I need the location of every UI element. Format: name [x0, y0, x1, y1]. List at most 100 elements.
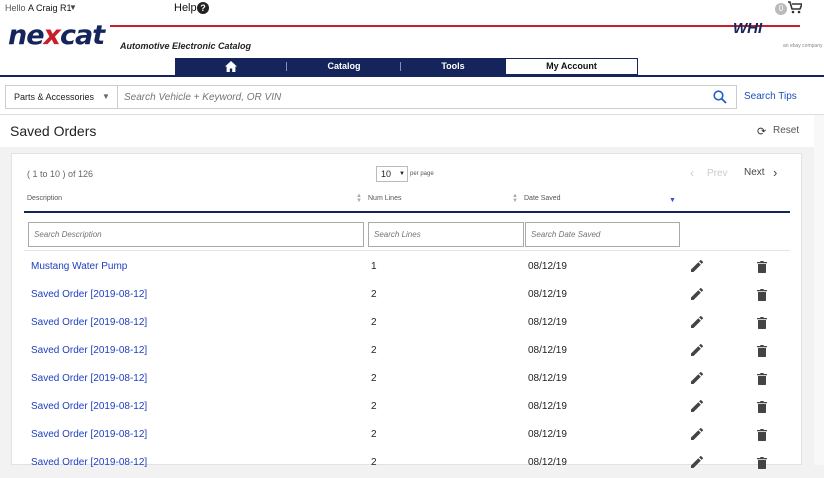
trash-icon[interactable] — [757, 456, 767, 474]
cart-count-badge: 0 — [775, 3, 787, 15]
whi-subtitle: an ebay company — [783, 43, 823, 49]
column-header-num-lines[interactable]: Num Lines — [368, 195, 401, 202]
order-num-lines: 2 — [371, 289, 377, 300]
column-header-date-saved[interactable]: Date Saved — [524, 195, 561, 202]
tab-tools[interactable]: Tools — [401, 58, 505, 75]
sort-icon[interactable]: ▲ ▼ — [356, 193, 362, 204]
chevron-left-icon: ‹ — [690, 166, 694, 180]
trash-icon[interactable] — [757, 400, 767, 418]
sort-icon[interactable]: ▲ ▼ — [512, 193, 518, 204]
search-icon[interactable] — [713, 90, 727, 109]
order-description-link[interactable]: Saved Order [2019-08-12] — [31, 401, 147, 412]
order-date-saved: 08/12/19 — [528, 289, 567, 300]
caret-down-icon: ▼ — [399, 171, 405, 177]
search-input[interactable] — [124, 89, 694, 105]
table-row: Saved Order [2019-08-12] 2 08/12/19 — [12, 366, 801, 394]
edit-icon[interactable] — [691, 287, 704, 305]
order-date-saved: 08/12/19 — [528, 261, 567, 272]
nexcat-logo[interactable]: nexcat — [8, 20, 105, 51]
order-description-link[interactable]: Mustang Water Pump — [31, 261, 127, 272]
order-date-saved: 08/12/19 — [528, 317, 567, 328]
per-page-label: per page — [410, 171, 434, 177]
tab-home[interactable] — [175, 58, 287, 75]
trash-icon[interactable] — [757, 428, 767, 446]
search-row: Parts & Accessories▼ Search Tips — [0, 77, 824, 115]
caret-down-icon: ▼ — [102, 92, 110, 101]
table-row: Saved Order [2019-08-12] 2 08/12/19 — [12, 338, 801, 366]
table-row: Saved Order [2019-08-12] 2 08/12/19 — [12, 450, 801, 478]
per-page-select[interactable]: 10 ▼ — [376, 166, 408, 182]
cart-icon[interactable] — [788, 1, 804, 16]
trash-icon[interactable] — [757, 260, 767, 278]
header: nexcat Automotive Electronic Catalog WHI… — [0, 17, 824, 75]
saved-orders-panel: ( 1 to 10 ) of 126 10 ▼ per page ‹ Prev N… — [11, 153, 802, 469]
order-description-link[interactable]: Saved Order [2019-08-12] — [31, 289, 147, 300]
next-button[interactable]: Next — [744, 167, 765, 178]
trash-icon[interactable] — [757, 288, 767, 306]
order-num-lines: 1 — [371, 261, 377, 272]
search-description-input[interactable] — [28, 222, 364, 247]
trash-icon[interactable] — [757, 372, 767, 390]
tab-catalog[interactable]: Catalog — [287, 58, 401, 75]
main-nav: Catalog Tools My Account — [175, 58, 638, 75]
order-date-saved: 08/12/19 — [528, 429, 567, 440]
order-num-lines: 2 — [371, 373, 377, 384]
header-red-line — [110, 25, 800, 27]
sort-desc-icon[interactable]: ▼ — [669, 197, 676, 204]
divider — [24, 250, 790, 251]
edit-icon[interactable] — [691, 259, 704, 277]
order-date-saved: 08/12/19 — [528, 373, 567, 384]
order-date-saved: 08/12/19 — [528, 345, 567, 356]
search-box: Parts & Accessories ▼ — [5, 85, 737, 109]
order-description-link[interactable]: Saved Order [2019-08-12] — [31, 457, 147, 468]
table-row: Saved Order [2019-08-12] 2 08/12/19 — [12, 282, 801, 310]
edit-icon[interactable] — [691, 399, 704, 417]
order-num-lines: 2 — [371, 345, 377, 356]
greeting: Hello — [5, 3, 26, 13]
search-tips-link[interactable]: Search Tips — [744, 91, 797, 102]
top-bar: Hello A Craig R1 ▼ Help ? 0 — [0, 0, 824, 17]
chevron-right-icon[interactable]: › — [773, 165, 777, 180]
column-header-description[interactable]: Description — [27, 195, 62, 202]
edit-icon[interactable] — [691, 371, 704, 389]
scrollbar[interactable] — [814, 115, 824, 465]
trash-icon[interactable] — [757, 316, 767, 334]
search-lines-input[interactable] — [368, 222, 524, 247]
edit-icon[interactable] — [691, 455, 704, 473]
page-title: Saved Orders — [10, 123, 97, 139]
order-description-link[interactable]: Saved Order [2019-08-12] — [31, 345, 147, 356]
header-rule — [24, 211, 790, 213]
order-description-link[interactable]: Saved Order [2019-08-12] — [31, 317, 147, 328]
refresh-icon[interactable]: ⟳ — [757, 125, 766, 138]
result-range: ( 1 to 10 ) of 126 — [27, 169, 94, 179]
user-menu[interactable]: A Craig R1 — [28, 3, 72, 13]
help-link[interactable]: Help — [174, 2, 197, 14]
order-date-saved: 08/12/19 — [528, 401, 567, 412]
prev-button[interactable]: Prev — [707, 168, 728, 179]
tab-my-account[interactable]: My Account — [505, 58, 638, 75]
order-num-lines: 2 — [371, 401, 377, 412]
caret-down-icon[interactable]: ▼ — [69, 3, 77, 12]
tagline: Automotive Electronic Catalog — [120, 41, 252, 51]
question-icon[interactable]: ? — [197, 2, 209, 14]
table-row: Saved Order [2019-08-12] 2 08/12/19 — [12, 394, 801, 422]
whi-logo: WHI — [733, 20, 763, 37]
edit-icon[interactable] — [691, 427, 704, 445]
category-select[interactable]: Parts & Accessories ▼ — [6, 86, 118, 108]
order-description-link[interactable]: Saved Order [2019-08-12] — [31, 373, 147, 384]
home-icon — [225, 61, 237, 74]
order-description-link[interactable]: Saved Order [2019-08-12] — [31, 429, 147, 440]
reset-button[interactable]: Reset — [773, 125, 799, 136]
order-num-lines: 2 — [371, 457, 377, 468]
order-date-saved: 08/12/19 — [528, 457, 567, 468]
trash-icon[interactable] — [757, 344, 767, 362]
table-row: Mustang Water Pump 1 08/12/19 — [12, 254, 801, 282]
order-num-lines: 2 — [371, 317, 377, 328]
search-date-input[interactable] — [525, 222, 680, 247]
page-header: Saved Orders ⟳ Reset — [0, 115, 824, 147]
edit-icon[interactable] — [691, 315, 704, 333]
order-num-lines: 2 — [371, 429, 377, 440]
table-row: Saved Order [2019-08-12] 2 08/12/19 — [12, 422, 801, 450]
edit-icon[interactable] — [691, 343, 704, 361]
table-row: Saved Order [2019-08-12] 2 08/12/19 — [12, 310, 801, 338]
